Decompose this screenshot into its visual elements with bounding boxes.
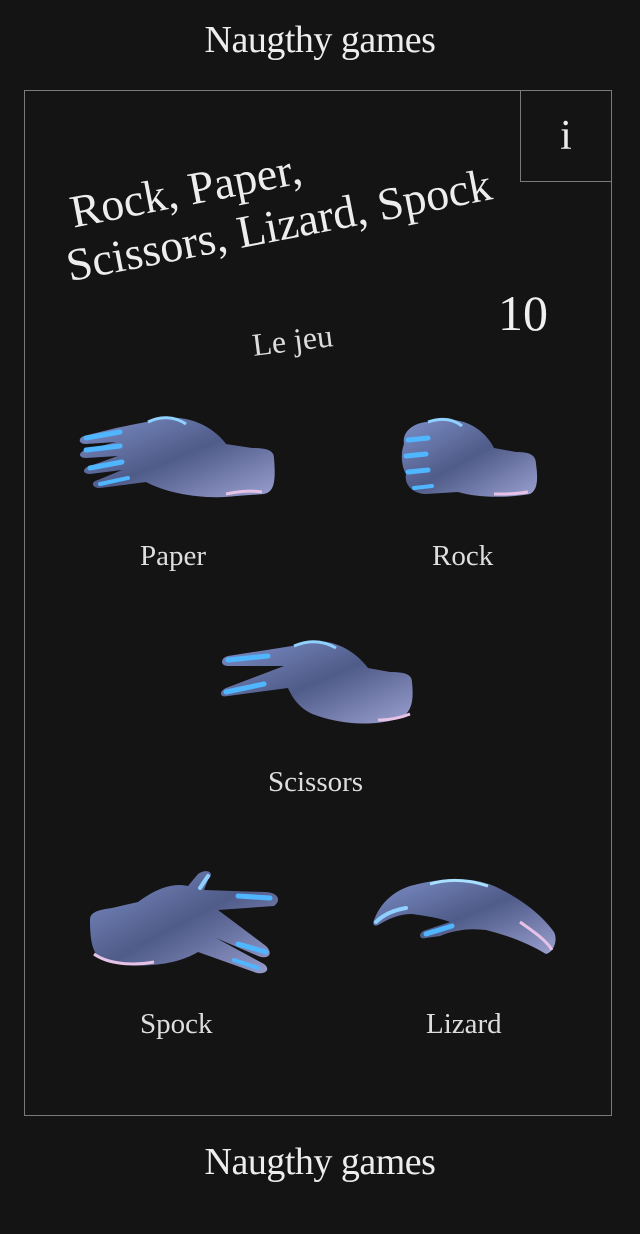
choice-spock[interactable] [88,868,284,984]
choice-label-scissors: Scissors [268,766,364,798]
choice-label-spock: Spock [140,1008,213,1040]
open-hand-icon [79,416,275,498]
choice-scissors[interactable] [218,636,416,730]
choice-label-lizard: Lizard [426,1008,502,1040]
info-button[interactable]: i [520,90,612,182]
choice-lizard[interactable] [370,874,558,960]
choice-label-paper: Paper [140,540,207,572]
two-finger-hand-icon [220,640,413,724]
choice-paper[interactable] [76,410,280,510]
score-counter: 10 [498,285,548,341]
fist-icon [401,417,538,497]
brand-title-top: Naugthy games [204,19,436,61]
choice-rock[interactable] [398,414,540,500]
lizard-hand-icon [373,878,556,954]
vulcan-salute-icon [90,871,279,974]
brand-title-bottom: Naugthy games [204,1141,436,1183]
choice-label-rock: Rock [432,540,494,572]
